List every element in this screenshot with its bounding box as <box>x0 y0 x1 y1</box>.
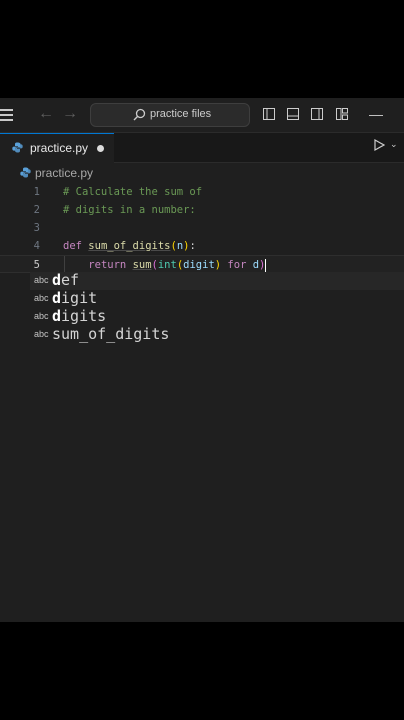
suggestion-widget: abc def abc digit abc digits abc sum_of_digits <box>30 271 404 348</box>
code-text: # digits in a number: <box>63 204 196 216</box>
suggestion-item[interactable]: abc digits <box>30 307 404 326</box>
editor-window: ← → practice files — practice.py ⌄ pract… <box>0 98 404 622</box>
text-kind-icon: abc <box>34 329 49 339</box>
command-center-search[interactable]: practice files <box>90 103 250 127</box>
customize-layout-icon[interactable] <box>336 108 348 120</box>
line-number: 4 <box>33 240 40 252</box>
code-line[interactable]: 1 # Calculate the sum of <box>0 183 404 201</box>
text-kind-icon: abc <box>34 293 49 303</box>
python-file-icon <box>12 142 23 153</box>
suggestion-label: sum_of_digits <box>52 325 170 343</box>
suggestion-item[interactable]: abc def <box>30 271 404 290</box>
code-line[interactable]: 2 # digits in a number: <box>0 201 404 219</box>
code-text: # Calculate the sum of <box>63 186 203 198</box>
text-cursor <box>265 258 267 272</box>
suggestion-label: digit <box>52 289 98 307</box>
minimize-icon[interactable]: — <box>369 106 383 122</box>
arrow-left-icon[interactable]: ← <box>38 105 54 123</box>
breadcrumb-file: practice.py <box>35 166 94 180</box>
line-number: 1 <box>33 186 40 198</box>
title-bar: ← → practice files — <box>0 98 404 132</box>
suggestion-label: def <box>52 271 80 289</box>
play-icon[interactable] <box>374 139 385 151</box>
arrow-right-icon[interactable]: → <box>62 105 78 123</box>
tab-practice-py[interactable]: practice.py <box>0 133 114 163</box>
hamburger-icon[interactable] <box>0 109 13 121</box>
tab-bar: practice.py <box>0 133 404 163</box>
chevron-down-icon[interactable]: ⌄ <box>390 139 398 150</box>
line-number: 2 <box>33 204 40 216</box>
tab-label: practice.py <box>30 141 89 155</box>
suggestion-item[interactable]: abc sum_of_digits <box>30 325 404 344</box>
toggle-secondary-sidebar-icon[interactable] <box>311 108 323 120</box>
search-placeholder: practice files <box>150 108 212 120</box>
suggestion-label: digits <box>52 307 107 325</box>
line-number: 3 <box>33 222 40 234</box>
suggestion-item[interactable]: abc digit <box>30 289 404 308</box>
code-line[interactable]: 3 <box>0 219 404 237</box>
toggle-panel-icon[interactable] <box>287 108 299 120</box>
python-file-icon <box>20 167 31 178</box>
text-kind-icon: abc <box>34 275 49 285</box>
toggle-primary-sidebar-icon[interactable] <box>263 108 275 120</box>
text-kind-icon: abc <box>34 311 49 321</box>
code-line[interactable]: 4 def sum_of_digits(n): <box>0 237 404 255</box>
code-text: def sum_of_digits(n): <box>63 240 196 252</box>
unsaved-dot-icon[interactable] <box>97 145 104 152</box>
search-icon <box>133 108 146 121</box>
